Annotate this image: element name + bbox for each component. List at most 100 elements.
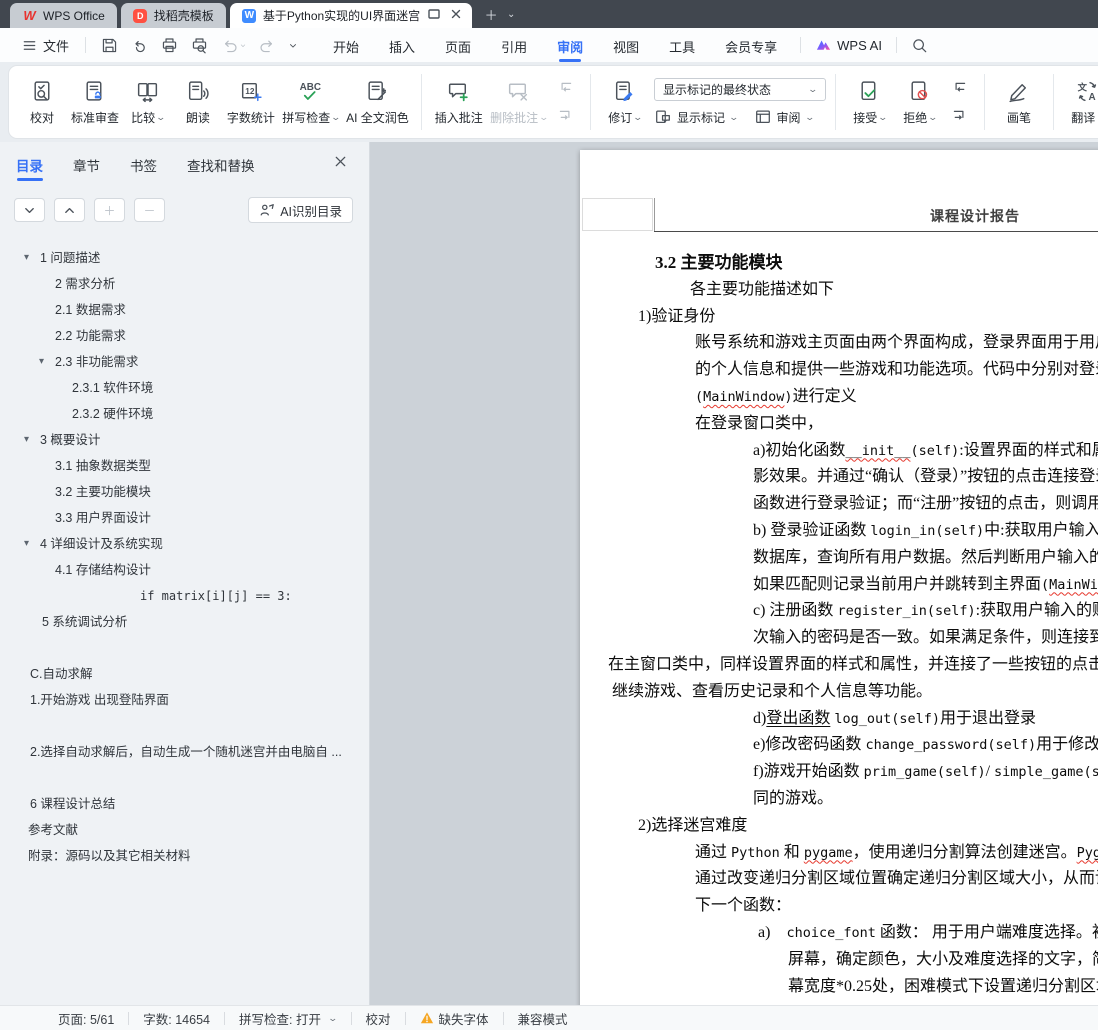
toc-item[interactable]: 2.选择自动求解后，自动生成一个随机迷宫并由电脑自 ...: [0, 739, 369, 765]
word-count-button[interactable]: 12 字数统计: [223, 75, 279, 130]
ai-polish-button[interactable]: AI 全文润色: [343, 75, 412, 130]
menu-item-引用[interactable]: 引用: [501, 30, 527, 61]
collapse-chevron-up-button[interactable]: [54, 198, 85, 222]
spell-check-status[interactable]: 拼写检查: 打开 ⌄: [225, 1009, 351, 1028]
previous-change-button[interactable]: [949, 79, 971, 97]
toc-item[interactable]: 1.开始游戏 出现登陆界面: [0, 687, 369, 713]
reject-button[interactable]: 拒绝 ⌄: [895, 75, 945, 130]
translate-button[interactable]: 文A 翻译⌄: [1063, 75, 1098, 130]
expand-arrow-icon[interactable]: ▾: [24, 427, 29, 453]
next-comment-button[interactable]: [555, 107, 577, 125]
sidebar-tab-目录[interactable]: 目录: [16, 155, 43, 181]
file-menu-button[interactable]: 文件: [14, 36, 77, 55]
doc-line[interactable]: 账号系统和游戏主页面由两个界面构成，登录界面用于用户登录和注册: [695, 330, 1098, 357]
menu-item-视图[interactable]: 视图: [613, 30, 639, 61]
toc-item[interactable]: ▾ 3 概要设计: [0, 427, 369, 453]
accept-button[interactable]: 接受 ⌄: [845, 75, 895, 130]
doc-line[interactable]: e)修改密码函数 change_password(self)用于修改当前用户: [753, 732, 1098, 759]
tab-docer-templates[interactable]: D 找稻壳模板: [120, 3, 226, 28]
redo-button[interactable]: [256, 34, 278, 56]
doc-line[interactable]: 函数进行登录验证；而“注册”按钮的点击，则调用 reg: [753, 491, 1098, 518]
new-tab-button[interactable]: ＋: [482, 4, 500, 24]
toc-item[interactable]: 2.3.2 硬件环境: [0, 401, 369, 427]
toc-item[interactable]: ▾ 1 问题描述: [0, 245, 369, 271]
toc-item[interactable]: 参考文献: [0, 817, 369, 843]
menu-item-插入[interactable]: 插入: [389, 30, 415, 61]
previous-comment-button[interactable]: [555, 79, 577, 97]
doc-line[interactable]: 数据库，查询所有用户数据。然后判断用户输入的账号和密码: [753, 545, 1098, 572]
doc-line[interactable]: 幕宽度*0.25处，困难模式下设置递归分割区域中心: [788, 974, 1098, 1001]
toc-item[interactable]: 2.1 数据需求: [0, 297, 369, 323]
undo-button[interactable]: [218, 34, 240, 56]
doc-line[interactable]: 影效果。并通过“确认（登录）”按钮的点击连接登录验证: [753, 464, 1098, 491]
review-pane-button[interactable]: 审阅 ⌄: [754, 108, 815, 126]
toc-item[interactable]: 6 课程设计总结: [0, 791, 369, 817]
sidebar-close-icon[interactable]: [331, 154, 349, 172]
zoom-in-plus-button[interactable]: ＋: [94, 198, 125, 222]
toc-item[interactable]: 3.1 抽象数据类型: [0, 453, 369, 479]
spell-check-button[interactable]: ABC 拼写检查 ⌄: [279, 75, 343, 130]
doc-line[interactable]: d)登出函数 log_out(self)用于退出登录: [753, 706, 1098, 733]
menu-item-开始[interactable]: 开始: [333, 30, 359, 61]
toc-item[interactable]: if matrix[i][j] == 3:: [0, 583, 369, 609]
wps-ai-button[interactable]: WPS AI: [809, 37, 888, 54]
missing-font-warning[interactable]: 缺失字体: [406, 1009, 503, 1028]
expand-arrow-icon[interactable]: ▾: [24, 531, 29, 557]
expand-chevron-down-button[interactable]: [14, 198, 45, 222]
toc-item[interactable]: 3.3 用户界面设计: [0, 505, 369, 531]
menu-item-工具[interactable]: 工具: [669, 30, 695, 61]
doc-line[interactable]: 通过 Python 和 pygame，使用递归分割算法创建迷宫。Pygame 通…: [695, 840, 1098, 867]
doc-line[interactable]: 如果匹配则记录当前用户并跳转到主界面(MainWindow)，: [753, 572, 1098, 599]
toc-item[interactable]: ▾ 4 详细设计及系统实现: [0, 531, 369, 557]
toc-item[interactable]: 2.2 功能需求: [0, 323, 369, 349]
print-button[interactable]: [158, 34, 180, 56]
toc-item[interactable]: C.自动求解: [0, 661, 369, 687]
doc-line[interactable]: 2)选择迷宫难度: [638, 813, 1098, 840]
track-changes-button[interactable]: 修订 ⌄: [600, 75, 650, 130]
print-preview-button[interactable]: [188, 34, 210, 56]
doc-line[interactable]: c) 注册函数 register_in(self):获取用户输入的账号和两: [753, 598, 1098, 625]
sidebar-tab-章节[interactable]: 章节: [73, 155, 100, 181]
doc-line[interactable]: 3.2 主要功能模块: [655, 250, 1098, 277]
document-text[interactable]: 3.2 主要功能模块 各主要功能描述如下 1)验证身份 账号系统和游戏主页面由两个界面…: [580, 250, 1098, 1000]
menu-item-页面[interactable]: 页面: [445, 30, 471, 61]
doc-line[interactable]: 在登录窗口类中，: [695, 411, 1098, 438]
doc-line[interactable]: 1)验证身份: [638, 304, 1098, 331]
toc-item[interactable]: 附录：源码以及其它相关材料: [0, 843, 369, 869]
tab-window-icon[interactable]: [426, 6, 442, 25]
tab-list-chevron-icon[interactable]: ⌄: [502, 4, 520, 24]
menu-item-会员专享[interactable]: 会员专享: [725, 30, 777, 61]
toc-item[interactable]: 2 需求分析: [0, 271, 369, 297]
toc-item[interactable]: 4.1 存储结构设计: [0, 557, 369, 583]
markup-state-dropdown[interactable]: 显示标记的最终状态 ⌄: [653, 78, 826, 101]
doc-line[interactable]: 同的游戏。: [753, 786, 1098, 813]
toc-item[interactable]: 3.2 主要功能模块: [0, 479, 369, 505]
doc-line[interactable]: a)初始化函数__init__(self):设置界面的样式和属性，设置阴: [753, 438, 1098, 465]
doc-line[interactable]: b) 登录验证函数 login_in(self)中:获取用户输入的账号: [753, 518, 1098, 545]
menu-item-审阅[interactable]: 审阅: [557, 30, 583, 62]
document-page[interactable]: 课程设计报告 3.2 主要功能模块 各主要功能描述如下 1)验证身份 账号系统和游戏主…: [580, 150, 1098, 1005]
sidebar-tab-查找和替换[interactable]: 查找和替换: [187, 155, 255, 181]
doc-line[interactable]: 下一个函数：: [695, 893, 1098, 920]
delete-comment-button[interactable]: 删除批注 ⌄: [487, 75, 551, 130]
sidebar-tab-书签[interactable]: 书签: [130, 155, 157, 181]
search-icon[interactable]: [909, 34, 931, 56]
read-aloud-button[interactable]: 朗读: [173, 75, 223, 130]
save-button[interactable]: [98, 34, 120, 56]
doc-line[interactable]: 继续游戏、查看历史记录和个人信息等功能。: [612, 679, 1098, 706]
compare-button[interactable]: 比较 ⌄: [123, 75, 173, 130]
next-change-button[interactable]: [949, 107, 971, 125]
doc-line[interactable]: f)游戏开始函数 prim_game(self)/ simple_game(se…: [753, 759, 1098, 786]
tab-wps-office[interactable]: W WPS Office: [10, 3, 117, 28]
zoom-out-minus-button[interactable]: －: [134, 198, 165, 222]
expand-arrow-icon[interactable]: ▾: [39, 349, 44, 375]
show-markup-button[interactable]: 显示标记 ⌄: [654, 108, 739, 126]
doc-line[interactable]: 次输入的密码是否一致。如果满足条件，则连接到数据库: [753, 625, 1098, 652]
expand-arrow-icon[interactable]: ▾: [24, 245, 29, 271]
toc-item[interactable]: ▾ 2.3 非功能需求: [0, 349, 369, 375]
proofread-status[interactable]: 校对: [352, 1009, 405, 1028]
toc-item[interactable]: 2.3.1 软件环境: [0, 375, 369, 401]
standard-review-button[interactable]: 标准审查: [67, 75, 123, 130]
compatibility-mode-indicator[interactable]: 兼容模式: [504, 1009, 582, 1028]
doc-line[interactable]: 通过改变递归分割区域位置确定递归分割区域大小，从而设置障碍物: [695, 866, 1098, 893]
